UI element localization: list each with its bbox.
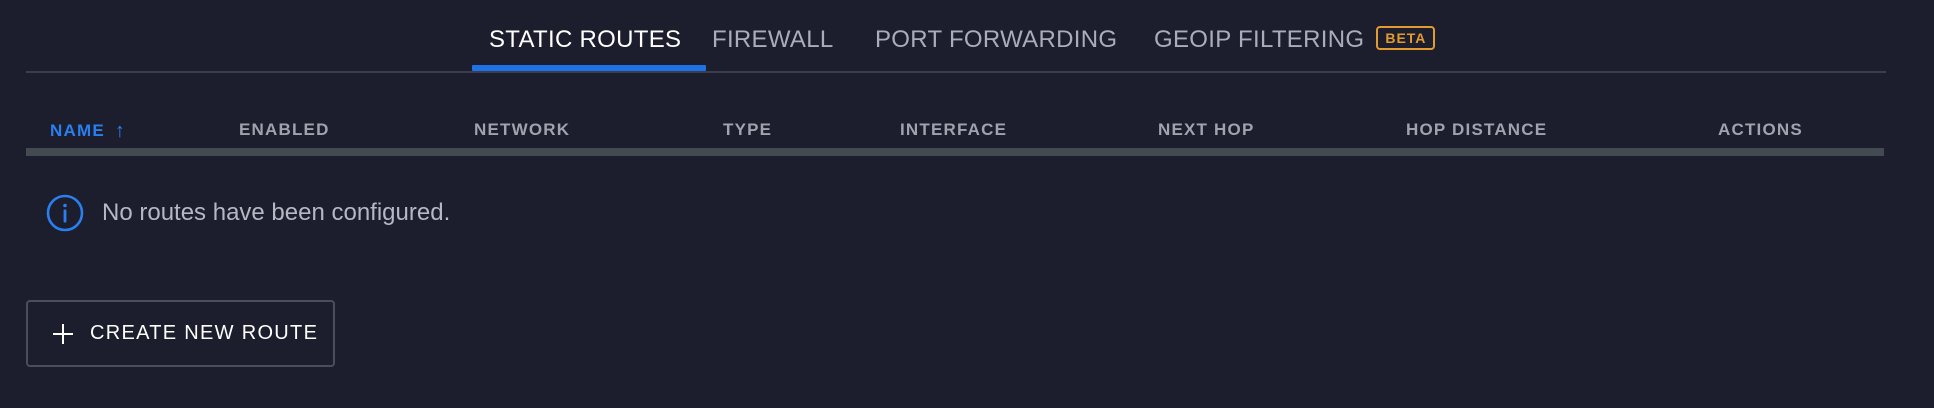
tab-static-routes[interactable]: STATIC ROUTES bbox=[489, 26, 681, 66]
column-header-type[interactable]: TYPE bbox=[723, 120, 772, 140]
column-label: TYPE bbox=[723, 120, 773, 139]
plus-icon bbox=[52, 323, 74, 345]
tab-label: GEOIP FILTERING bbox=[1154, 26, 1365, 53]
column-header-name[interactable]: NAME ↑ bbox=[50, 120, 126, 143]
column-label: INTERFACE bbox=[900, 120, 1008, 139]
column-label: ENABLED bbox=[239, 120, 330, 139]
column-label: NETWORK bbox=[474, 120, 571, 139]
column-label: HOP DISTANCE bbox=[1406, 120, 1548, 139]
column-header-enabled[interactable]: ENABLED bbox=[239, 120, 330, 140]
table-header-divider bbox=[26, 148, 1884, 156]
arrow-up-icon: ↑ bbox=[114, 120, 127, 142]
column-header-interface[interactable]: INTERFACE bbox=[900, 120, 1007, 140]
tab-port-forwarding[interactable]: PORT FORWARDING bbox=[875, 26, 1117, 66]
info-icon bbox=[46, 194, 84, 232]
tab-firewall[interactable]: FIREWALL bbox=[712, 26, 834, 66]
column-header-next-hop[interactable]: NEXT HOP bbox=[1158, 120, 1255, 140]
empty-state: No routes have been configured. bbox=[46, 193, 450, 233]
column-label: ACTIONS bbox=[1718, 120, 1803, 139]
static-routes-page: STATIC ROUTES FIREWALL PORT FORWARDING G… bbox=[0, 0, 1934, 408]
tab-bar: STATIC ROUTES FIREWALL PORT FORWARDING G… bbox=[26, 0, 1886, 73]
tab-label: FIREWALL bbox=[712, 26, 834, 53]
beta-badge: BETA bbox=[1376, 26, 1436, 50]
tab-geoip-filtering[interactable]: GEOIP FILTERING BETA bbox=[1154, 26, 1436, 66]
empty-state-message: No routes have been configured. bbox=[102, 199, 451, 226]
create-button-label: CREATE NEW ROUTE bbox=[90, 322, 319, 344]
tab-label: PORT FORWARDING bbox=[875, 26, 1118, 53]
create-new-route-button[interactable]: CREATE NEW ROUTE bbox=[26, 300, 335, 367]
active-tab-indicator bbox=[472, 65, 706, 71]
tab-label: STATIC ROUTES bbox=[489, 26, 682, 53]
routes-table-header: NAME ↑ ENABLED NETWORK TYPE INTERFACE NEX… bbox=[26, 116, 1884, 148]
column-header-hop-distance[interactable]: HOP DISTANCE bbox=[1406, 120, 1547, 140]
column-label: NEXT HOP bbox=[1158, 120, 1255, 139]
column-header-actions: ACTIONS bbox=[1718, 120, 1803, 140]
column-header-network[interactable]: NETWORK bbox=[474, 120, 570, 140]
column-label: NAME bbox=[50, 121, 105, 140]
